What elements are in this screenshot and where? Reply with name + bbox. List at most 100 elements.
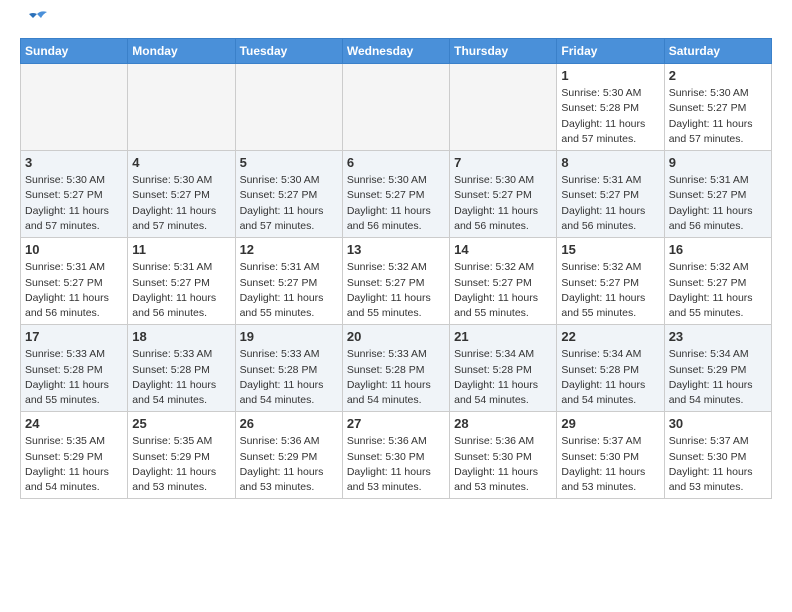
calendar-cell: 8Sunrise: 5:31 AMSunset: 5:27 PMDaylight… xyxy=(557,151,664,238)
calendar-cell xyxy=(342,64,449,151)
day-number: 6 xyxy=(347,154,445,172)
calendar-week-3: 10Sunrise: 5:31 AMSunset: 5:27 PMDayligh… xyxy=(21,238,772,325)
day-info: Sunrise: 5:30 AMSunset: 5:27 PMDaylight:… xyxy=(669,86,767,147)
calendar-cell: 20Sunrise: 5:33 AMSunset: 5:28 PMDayligh… xyxy=(342,325,449,412)
day-number: 20 xyxy=(347,328,445,346)
day-number: 3 xyxy=(25,154,123,172)
day-number: 22 xyxy=(561,328,659,346)
calendar-cell: 16Sunrise: 5:32 AMSunset: 5:27 PMDayligh… xyxy=(664,238,771,325)
calendar-week-1: 1Sunrise: 5:30 AMSunset: 5:28 PMDaylight… xyxy=(21,64,772,151)
calendar-week-2: 3Sunrise: 5:30 AMSunset: 5:27 PMDaylight… xyxy=(21,151,772,238)
day-number: 26 xyxy=(240,415,338,433)
calendar-cell: 9Sunrise: 5:31 AMSunset: 5:27 PMDaylight… xyxy=(664,151,771,238)
weekday-header-sunday: Sunday xyxy=(21,39,128,64)
day-number: 2 xyxy=(669,67,767,85)
day-number: 1 xyxy=(561,67,659,85)
day-number: 23 xyxy=(669,328,767,346)
day-info: Sunrise: 5:31 AMSunset: 5:27 PMDaylight:… xyxy=(669,173,767,234)
day-info: Sunrise: 5:33 AMSunset: 5:28 PMDaylight:… xyxy=(240,347,338,408)
day-info: Sunrise: 5:37 AMSunset: 5:30 PMDaylight:… xyxy=(561,434,659,495)
day-info: Sunrise: 5:30 AMSunset: 5:28 PMDaylight:… xyxy=(561,86,659,147)
logo xyxy=(20,10,51,32)
day-info: Sunrise: 5:30 AMSunset: 5:27 PMDaylight:… xyxy=(25,173,123,234)
day-info: Sunrise: 5:34 AMSunset: 5:29 PMDaylight:… xyxy=(669,347,767,408)
calendar-cell: 15Sunrise: 5:32 AMSunset: 5:27 PMDayligh… xyxy=(557,238,664,325)
day-number: 27 xyxy=(347,415,445,433)
day-info: Sunrise: 5:31 AMSunset: 5:27 PMDaylight:… xyxy=(132,260,230,321)
calendar-cell: 14Sunrise: 5:32 AMSunset: 5:27 PMDayligh… xyxy=(450,238,557,325)
calendar-cell: 10Sunrise: 5:31 AMSunset: 5:27 PMDayligh… xyxy=(21,238,128,325)
day-info: Sunrise: 5:34 AMSunset: 5:28 PMDaylight:… xyxy=(454,347,552,408)
calendar-cell: 2Sunrise: 5:30 AMSunset: 5:27 PMDaylight… xyxy=(664,64,771,151)
day-number: 13 xyxy=(347,241,445,259)
calendar-table: SundayMondayTuesdayWednesdayThursdayFrid… xyxy=(20,38,772,499)
day-info: Sunrise: 5:32 AMSunset: 5:27 PMDaylight:… xyxy=(561,260,659,321)
calendar-cell: 28Sunrise: 5:36 AMSunset: 5:30 PMDayligh… xyxy=(450,412,557,499)
day-number: 5 xyxy=(240,154,338,172)
calendar-cell: 27Sunrise: 5:36 AMSunset: 5:30 PMDayligh… xyxy=(342,412,449,499)
day-number: 19 xyxy=(240,328,338,346)
day-number: 9 xyxy=(669,154,767,172)
day-info: Sunrise: 5:36 AMSunset: 5:29 PMDaylight:… xyxy=(240,434,338,495)
calendar-cell xyxy=(128,64,235,151)
day-info: Sunrise: 5:30 AMSunset: 5:27 PMDaylight:… xyxy=(132,173,230,234)
day-number: 7 xyxy=(454,154,552,172)
day-info: Sunrise: 5:30 AMSunset: 5:27 PMDaylight:… xyxy=(240,173,338,234)
day-number: 25 xyxy=(132,415,230,433)
weekday-header-monday: Monday xyxy=(128,39,235,64)
calendar-cell: 1Sunrise: 5:30 AMSunset: 5:28 PMDaylight… xyxy=(557,64,664,151)
day-number: 21 xyxy=(454,328,552,346)
calendar-cell: 25Sunrise: 5:35 AMSunset: 5:29 PMDayligh… xyxy=(128,412,235,499)
day-info: Sunrise: 5:31 AMSunset: 5:27 PMDaylight:… xyxy=(240,260,338,321)
day-info: Sunrise: 5:31 AMSunset: 5:27 PMDaylight:… xyxy=(561,173,659,234)
calendar-cell: 3Sunrise: 5:30 AMSunset: 5:27 PMDaylight… xyxy=(21,151,128,238)
calendar-cell: 5Sunrise: 5:30 AMSunset: 5:27 PMDaylight… xyxy=(235,151,342,238)
calendar-cell: 4Sunrise: 5:30 AMSunset: 5:27 PMDaylight… xyxy=(128,151,235,238)
day-info: Sunrise: 5:36 AMSunset: 5:30 PMDaylight:… xyxy=(454,434,552,495)
day-number: 4 xyxy=(132,154,230,172)
day-number: 30 xyxy=(669,415,767,433)
day-info: Sunrise: 5:32 AMSunset: 5:27 PMDaylight:… xyxy=(454,260,552,321)
calendar-cell: 7Sunrise: 5:30 AMSunset: 5:27 PMDaylight… xyxy=(450,151,557,238)
calendar-cell xyxy=(21,64,128,151)
calendar-cell: 18Sunrise: 5:33 AMSunset: 5:28 PMDayligh… xyxy=(128,325,235,412)
day-number: 8 xyxy=(561,154,659,172)
day-number: 17 xyxy=(25,328,123,346)
day-info: Sunrise: 5:34 AMSunset: 5:28 PMDaylight:… xyxy=(561,347,659,408)
day-info: Sunrise: 5:30 AMSunset: 5:27 PMDaylight:… xyxy=(454,173,552,234)
calendar-cell: 26Sunrise: 5:36 AMSunset: 5:29 PMDayligh… xyxy=(235,412,342,499)
calendar-cell: 23Sunrise: 5:34 AMSunset: 5:29 PMDayligh… xyxy=(664,325,771,412)
day-info: Sunrise: 5:33 AMSunset: 5:28 PMDaylight:… xyxy=(347,347,445,408)
day-info: Sunrise: 5:33 AMSunset: 5:28 PMDaylight:… xyxy=(25,347,123,408)
weekday-header-friday: Friday xyxy=(557,39,664,64)
calendar-cell: 21Sunrise: 5:34 AMSunset: 5:28 PMDayligh… xyxy=(450,325,557,412)
calendar-cell: 29Sunrise: 5:37 AMSunset: 5:30 PMDayligh… xyxy=(557,412,664,499)
weekday-header-row: SundayMondayTuesdayWednesdayThursdayFrid… xyxy=(21,39,772,64)
weekday-header-tuesday: Tuesday xyxy=(235,39,342,64)
day-info: Sunrise: 5:35 AMSunset: 5:29 PMDaylight:… xyxy=(25,434,123,495)
day-info: Sunrise: 5:36 AMSunset: 5:30 PMDaylight:… xyxy=(347,434,445,495)
logo-bird-icon xyxy=(23,10,51,34)
day-number: 29 xyxy=(561,415,659,433)
day-info: Sunrise: 5:32 AMSunset: 5:27 PMDaylight:… xyxy=(669,260,767,321)
day-number: 15 xyxy=(561,241,659,259)
weekday-header-wednesday: Wednesday xyxy=(342,39,449,64)
day-number: 10 xyxy=(25,241,123,259)
calendar-cell: 19Sunrise: 5:33 AMSunset: 5:28 PMDayligh… xyxy=(235,325,342,412)
calendar-cell: 11Sunrise: 5:31 AMSunset: 5:27 PMDayligh… xyxy=(128,238,235,325)
day-info: Sunrise: 5:31 AMSunset: 5:27 PMDaylight:… xyxy=(25,260,123,321)
day-number: 14 xyxy=(454,241,552,259)
weekday-header-thursday: Thursday xyxy=(450,39,557,64)
calendar-week-4: 17Sunrise: 5:33 AMSunset: 5:28 PMDayligh… xyxy=(21,325,772,412)
day-number: 16 xyxy=(669,241,767,259)
day-info: Sunrise: 5:30 AMSunset: 5:27 PMDaylight:… xyxy=(347,173,445,234)
calendar-cell: 30Sunrise: 5:37 AMSunset: 5:30 PMDayligh… xyxy=(664,412,771,499)
calendar-cell: 17Sunrise: 5:33 AMSunset: 5:28 PMDayligh… xyxy=(21,325,128,412)
calendar-week-5: 24Sunrise: 5:35 AMSunset: 5:29 PMDayligh… xyxy=(21,412,772,499)
calendar-cell: 12Sunrise: 5:31 AMSunset: 5:27 PMDayligh… xyxy=(235,238,342,325)
day-info: Sunrise: 5:37 AMSunset: 5:30 PMDaylight:… xyxy=(669,434,767,495)
day-number: 11 xyxy=(132,241,230,259)
calendar-cell xyxy=(235,64,342,151)
day-number: 24 xyxy=(25,415,123,433)
page-header xyxy=(20,10,772,32)
